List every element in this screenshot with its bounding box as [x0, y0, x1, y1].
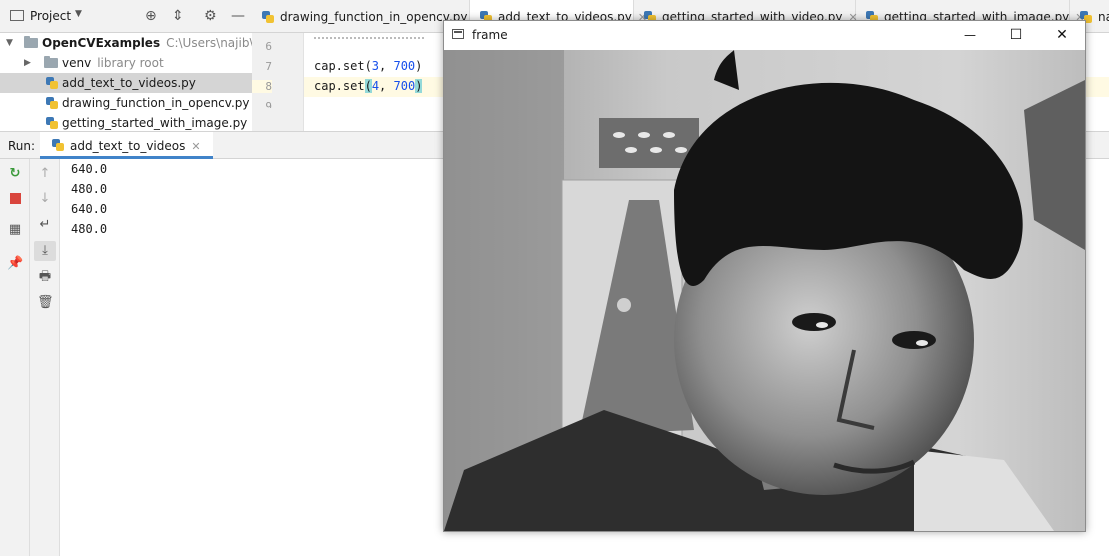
python-file-icon	[46, 77, 58, 89]
line-number: 8	[252, 80, 272, 93]
close-button[interactable]: ✕	[1039, 21, 1085, 50]
tab-label: najib_	[1098, 10, 1109, 24]
code-line-partial	[314, 33, 424, 39]
project-tree: ▼ OpenCVExamples C:\Users\najib\Pycha ▶ v…	[0, 33, 252, 131]
line-number: 7	[265, 60, 272, 73]
run-label: Run:	[8, 139, 36, 153]
bracket-match: (	[364, 79, 372, 93]
console-line: 640.0	[71, 202, 108, 216]
print-icon[interactable]: 🖶	[37, 269, 53, 285]
editor-tab[interactable]: drawing_function_in_opencv.py✕	[252, 0, 483, 32]
stop-icon[interactable]	[7, 191, 23, 207]
venv-hint: library root	[97, 56, 164, 70]
python-file-icon	[52, 139, 64, 151]
tree-item-venv[interactable]: ▶ venv library root	[0, 53, 252, 73]
run-toolbar-secondary: ↑ ↓ ↵ ⤓ 🖶 🗑	[30, 159, 60, 556]
chevron-right-icon[interactable]: ▶	[24, 53, 31, 73]
minimize-button[interactable]: —	[947, 21, 993, 50]
line-number: 9	[265, 100, 272, 108]
rerun-icon[interactable]: ↻	[7, 166, 23, 182]
layout-icon[interactable]: ▦	[7, 222, 23, 238]
chevron-down-icon[interactable]: ▼	[75, 9, 82, 19]
run-tab[interactable]: add_text_to_videos ✕	[40, 132, 213, 159]
project-panel-header: Project ▼ ⊕ ⇕ ⚙ —	[0, 0, 252, 33]
trash-icon[interactable]: 🗑	[37, 295, 54, 311]
tree-item-file[interactable]: getting_started_with_image.py	[0, 113, 252, 131]
root-folder-name: OpenCVExamples	[42, 36, 161, 50]
editor-gutter: 6 7 8 9	[252, 33, 304, 131]
console-line: 640.0	[71, 162, 108, 176]
tree-item-file[interactable]: add_text_to_videos.py	[0, 73, 252, 93]
scroll-to-end-icon[interactable]: ⤓	[34, 241, 56, 261]
file-name: add_text_to_videos.py	[62, 76, 196, 90]
frame-title: frame	[472, 28, 508, 42]
arrow-down-icon[interactable]: ↓	[37, 191, 53, 207]
run-tab-label: add_text_to_videos	[70, 139, 186, 153]
maximize-button[interactable]: ☐	[993, 21, 1039, 50]
frame-titlebar[interactable]: frame — ☐ ✕	[444, 21, 1085, 50]
run-toolbar-primary: ↻ ▦ 📌	[0, 159, 30, 556]
python-file-icon	[46, 97, 58, 109]
close-icon[interactable]: ✕	[191, 140, 200, 153]
file-name: drawing_function_in_opencv.py	[62, 96, 250, 110]
python-file-icon	[46, 117, 58, 129]
locate-icon[interactable]: ⊕	[145, 8, 157, 24]
project-view-icon	[10, 10, 24, 21]
project-title[interactable]: Project	[30, 9, 71, 23]
folder-icon	[24, 36, 38, 48]
bracket-match: )	[415, 79, 423, 93]
folder-icon	[44, 56, 58, 68]
tab-label: drawing_function_in_opencv.py	[280, 10, 468, 24]
code-line-7: cap.set(3, 700)	[314, 59, 423, 73]
console-line: 480.0	[71, 182, 108, 196]
venv-label: venv	[62, 56, 92, 70]
tree-item-root[interactable]: ▼ OpenCVExamples C:\Users\najib\Pycha	[0, 33, 252, 53]
python-file-icon	[262, 11, 274, 23]
chevron-down-icon[interactable]: ▼	[6, 33, 13, 53]
pin-icon[interactable]: 📌	[7, 256, 23, 272]
tree-item-file[interactable]: drawing_function_in_opencv.py	[0, 93, 252, 113]
code-line-8: cap.set(4, 700)	[314, 79, 423, 93]
collapse-all-icon[interactable]: ⇕	[172, 8, 184, 24]
soft-wrap-icon[interactable]: ↵	[37, 217, 53, 233]
root-folder-path: C:\Users\najib\Pycha	[166, 36, 252, 50]
line-number: 6	[265, 40, 272, 53]
arrow-up-icon[interactable]: ↑	[37, 166, 53, 182]
webcam-frame-image	[444, 50, 1085, 531]
window-icon	[452, 29, 464, 39]
hide-icon[interactable]: —	[231, 8, 245, 24]
file-name: getting_started_with_image.py	[62, 116, 248, 130]
gear-icon[interactable]: ⚙	[204, 8, 217, 24]
console-line: 480.0	[71, 222, 108, 236]
frame-window[interactable]: frame — ☐ ✕	[443, 20, 1086, 532]
